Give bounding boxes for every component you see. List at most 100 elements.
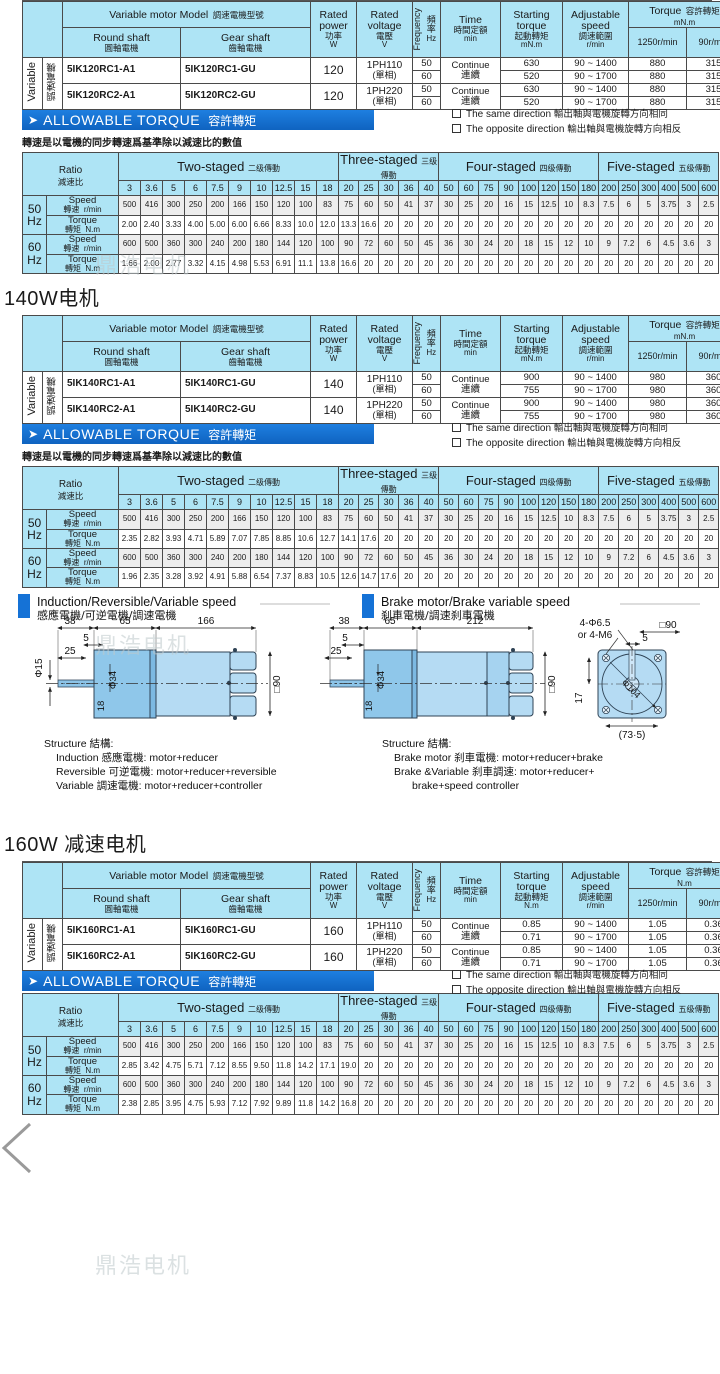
data-cell: 240	[206, 548, 230, 569]
ratio-label: Ratio 減速比	[21, 152, 120, 197]
data-cell: 300	[162, 509, 186, 530]
checkbox-icon[interactable]	[452, 109, 461, 119]
ratio-value: 100	[518, 180, 540, 197]
data-cell: 7.07	[228, 528, 252, 550]
round-shaft-model: 5IK160RC1-A1	[62, 918, 181, 945]
checkbox-icon[interactable]	[452, 423, 461, 433]
adjustable-speed-value: 90 ~ 1400	[562, 371, 629, 386]
data-cell: 20	[538, 214, 560, 236]
ratio-value: 15	[294, 1021, 318, 1038]
banner-bar: ➤ ALLOWABLE TORQUE 容許轉矩	[22, 971, 374, 991]
gear-shaft-model: 5IK140RC1-GU	[180, 371, 311, 399]
data-cell: 2.5	[698, 195, 720, 216]
ratio-value: 500	[678, 494, 700, 511]
data-cell: 83	[316, 1036, 340, 1057]
data-cell: 8.55	[228, 1055, 252, 1077]
starting-torque-value: 900	[500, 371, 563, 386]
data-cell: 17.6	[358, 528, 380, 550]
direction-same: The same direction 輸出軸與電機旋轉方向相同	[452, 108, 681, 123]
gear-shaft-model: 5IK140RC2-GU	[180, 397, 311, 425]
ratio-value: 200	[598, 1021, 620, 1038]
data-cell: 20	[498, 1074, 520, 1096]
direction-opposite-cn: 輸出軸與電機旋轉方向相反	[567, 437, 682, 449]
torque-90-value: 360	[685, 397, 720, 412]
arrow-right-icon: ➤	[28, 113, 39, 128]
ratio-value: 75	[478, 1021, 500, 1038]
data-cell: 4.75	[162, 1055, 186, 1077]
frequency-label: 60 Hz	[22, 234, 47, 274]
spec-corner	[22, 0, 63, 59]
allowable-torque-banner-140w: ➤ ALLOWABLE TORQUE 容許轉矩 The same directi…	[22, 423, 712, 449]
ratio-value: 500	[678, 180, 700, 197]
adjustable-speed-header: Adjustable speed 調速範圍 r/min	[562, 0, 629, 59]
data-cell: 20	[698, 528, 720, 550]
frequency-label: 50 Hz	[22, 195, 47, 236]
ratio-value: 3	[118, 180, 142, 197]
data-cell: 180	[250, 1074, 274, 1096]
data-cell: 20	[618, 1055, 640, 1077]
frequency-label: 50 Hz	[22, 509, 47, 550]
checkbox-icon[interactable]	[452, 123, 461, 133]
data-cell: 20	[638, 1094, 660, 1115]
ratio-value: 36	[398, 1021, 420, 1038]
data-cell: 20	[438, 567, 460, 588]
dim-25-left: 25	[64, 646, 76, 657]
data-cell: 20	[538, 1055, 560, 1077]
data-cell: 14.2	[294, 1055, 318, 1077]
data-cell: 8.3	[578, 1036, 600, 1057]
data-cell: 2.00	[118, 214, 142, 236]
data-cell: 20	[438, 1094, 460, 1115]
ratio-value: 400	[658, 180, 680, 197]
data-cell: 200	[228, 548, 252, 569]
data-cell: 100	[294, 1036, 318, 1057]
ratio-value: 150	[558, 180, 580, 197]
data-cell: 20	[478, 214, 500, 236]
variable-label-en: Variable	[22, 918, 43, 971]
banner-bar: ➤ ALLOWABLE TORQUE 容許轉矩	[22, 110, 374, 131]
data-cell: 20	[558, 1055, 580, 1077]
ratio-value: 50	[438, 1021, 460, 1038]
data-cell: 20	[518, 1094, 540, 1115]
data-cell: 20	[438, 214, 460, 236]
time-value: Continue 連續	[440, 944, 501, 971]
row-label: Torque 轉矩 N.m	[45, 528, 120, 550]
time-value: Continue 連續	[440, 918, 501, 945]
ratio-value: 3.6	[140, 1021, 164, 1038]
stage-group-header: Five-staged 五级傳動	[598, 466, 720, 496]
data-cell: 5.93	[206, 1094, 230, 1115]
data-cell: 20	[498, 1094, 520, 1115]
data-cell: 20	[398, 1055, 420, 1077]
banner-title-en: ALLOWABLE TORQUE	[43, 426, 201, 443]
checkbox-icon[interactable]	[452, 984, 461, 994]
dim-sq90-face: □90	[659, 620, 677, 631]
torque-90-value: 360	[685, 384, 720, 399]
ratio-value: 250	[618, 180, 640, 197]
data-cell: 6	[638, 548, 660, 569]
time-header: Time 時間定額 min	[440, 0, 501, 59]
checkbox-icon[interactable]	[452, 970, 461, 979]
table-row: Torque 轉矩 N.m 1.66 2.00 2.77 3.32 4.15 4.98 5.53…	[23, 253, 720, 274]
ratio-value: 18	[316, 494, 340, 511]
data-cell: 20	[358, 1055, 380, 1077]
data-cell: 20	[478, 528, 500, 550]
data-cell: 25	[458, 195, 480, 216]
data-cell: 20	[438, 253, 460, 274]
data-cell: 100	[316, 1074, 340, 1096]
stage-group-header: Three-staged 三级傳動	[338, 466, 440, 496]
torque-1250-header: 1250r/min	[628, 888, 687, 919]
data-cell: 83	[316, 509, 340, 530]
allowable-torque-banner-160w: ➤ ALLOWABLE TORQUE 容許轉矩 The same directi…	[22, 970, 712, 996]
round-shaft-model: 5IK140RC1-A1	[62, 371, 181, 399]
rated-voltage-header: Rated voltage 電壓 V	[356, 0, 413, 59]
checkbox-icon[interactable]	[452, 437, 461, 447]
data-cell: 100	[294, 509, 318, 530]
data-cell: 9.50	[250, 1055, 274, 1077]
data-cell: 7.5	[598, 509, 620, 530]
data-cell: 15	[518, 509, 540, 530]
data-cell: 416	[140, 509, 164, 530]
frequency-header: Frequency 頻率 Hz	[412, 0, 441, 59]
data-cell: 16.6	[358, 214, 380, 236]
data-cell: 15	[538, 548, 560, 569]
data-cell: 5	[638, 195, 660, 216]
variable-label-en: Variable	[22, 57, 43, 111]
